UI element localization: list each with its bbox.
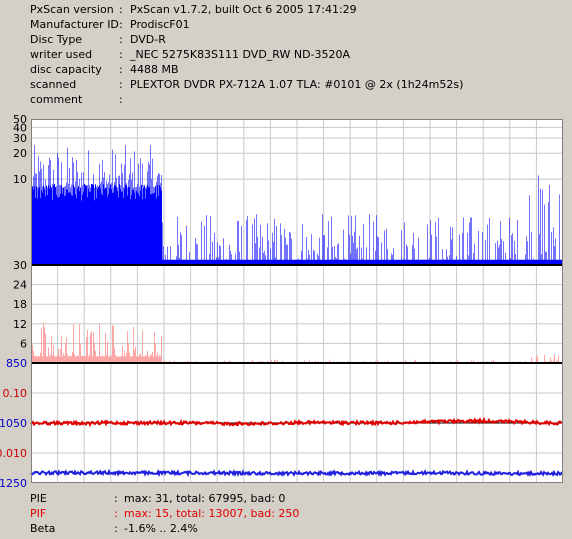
info-colon: : [119,48,123,61]
info-key: PxScan version [30,3,114,16]
info-key: comment [30,93,83,106]
stat-colon: : [114,522,118,535]
pif-ytick-label: 6 [20,337,27,350]
stat-value: max: 31, total: 67995, bad: 0 [124,492,286,505]
info-colon: : [119,78,123,91]
info-key: scanned [30,78,77,91]
stat-value: max: 15, total: 13007, bad: 250 [124,507,300,520]
info-key: Manufacturer ID [30,18,119,31]
info-key: Disc Type [30,33,83,46]
stat-colon: : [114,492,118,505]
info-key: writer used [30,48,93,61]
beta-ytick-label: 1250 [0,477,27,490]
info-colon: : [119,3,123,16]
info-colon: : [119,93,123,106]
info-colon: : [119,33,123,46]
pie-ytick-label: 10 [13,173,27,186]
scan-stats-panel: PIE: max: 31, total: 67995, bad: 0 PIF: max… [0,490,572,539]
stat-key: Beta [30,522,56,535]
beta-ytick-label: 850 [6,357,27,370]
stat-key: PIF [30,507,47,520]
beta-ytick-label: 0.10 [3,387,28,400]
stat-key: PIE [30,492,47,505]
info-value: DVD-R [130,33,166,46]
info-key: disc capacity [30,63,102,76]
pie-ytick-label: 20 [13,147,27,160]
stat-colon: : [114,507,118,520]
beta-ytick-label: -0.010 [0,447,27,460]
pie-ytick-label: 30 [13,132,27,145]
scan-info-panel: PxScan version: PxScan v1.7.2, built Oct … [0,0,572,112]
info-colon: : [119,18,123,31]
pxscan-chart: 50403020103024181268500.101050-0.0101250 [0,113,563,490]
pif-ytick-label: 30 [13,259,27,272]
info-value: PxScan v1.7.2, built Oct 6 2005 17:41:29 [130,3,357,16]
pif-ytick-label: 12 [13,318,27,331]
pif-ytick-label: 18 [13,298,27,311]
pif-ytick-label: 24 [13,279,27,292]
info-value: _NEC 5275K83S111 DVD_RW ND-3520A [130,48,351,61]
stat-value: -1.6% .. 2.4% [124,522,198,535]
info-value: PLEXTOR DVDR PX-712A 1.07 TLA: #0101 @ 2… [130,78,464,91]
beta-ytick-label: 1050 [0,417,27,430]
info-value: 4488 MB [130,63,179,76]
info-colon: : [119,63,123,76]
info-value: ProdiscF01 [130,18,190,31]
